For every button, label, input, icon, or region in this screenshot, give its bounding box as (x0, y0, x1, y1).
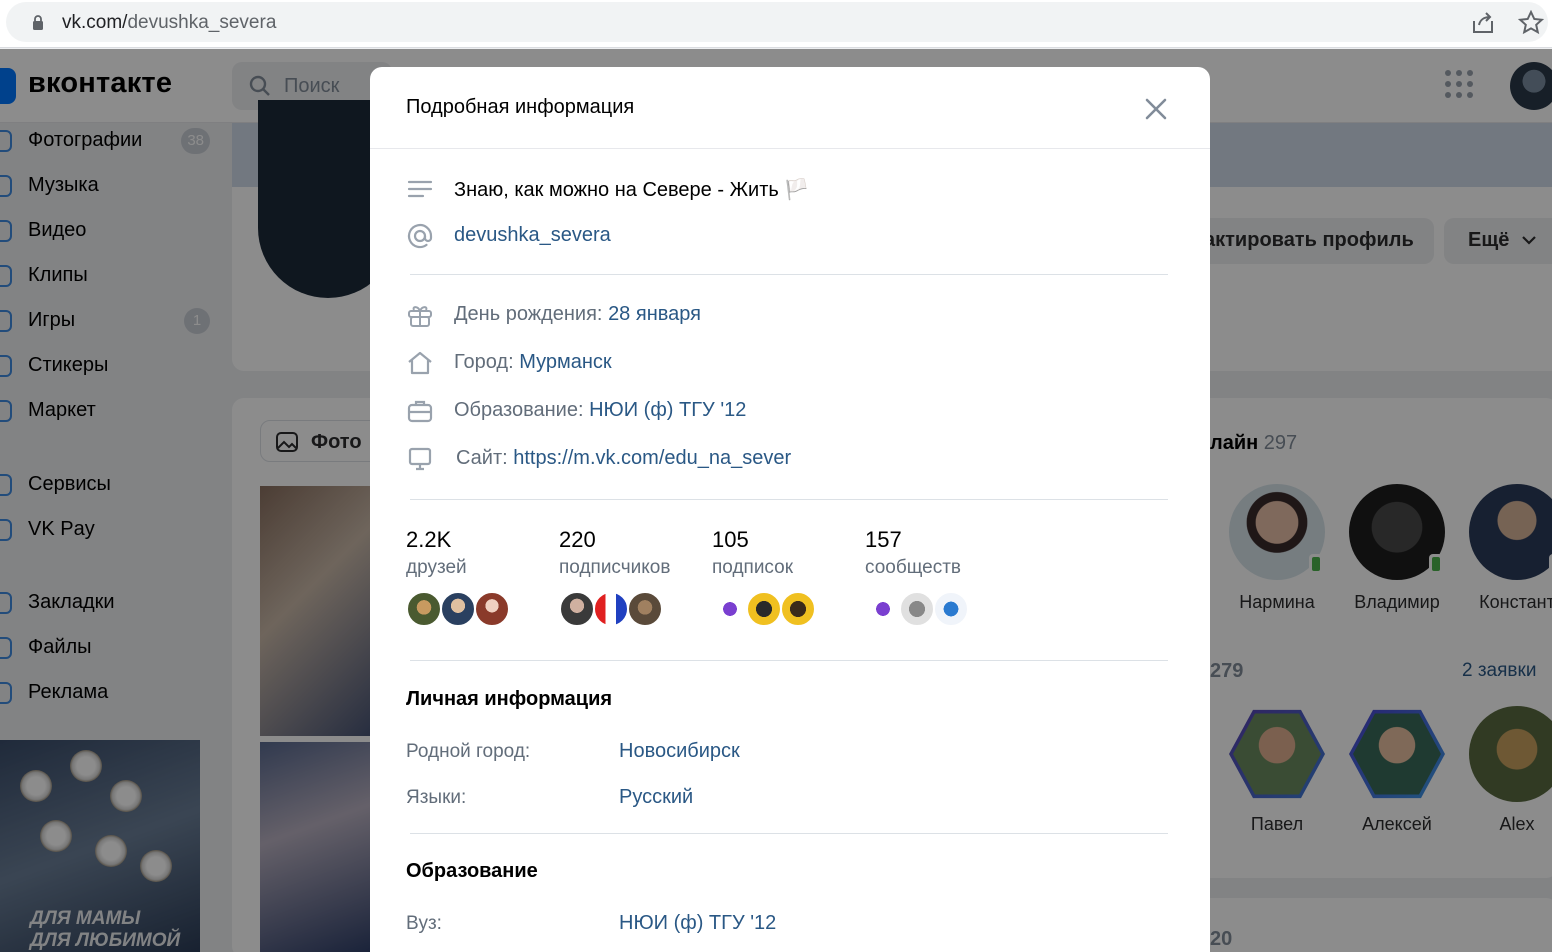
stat-subscriptions[interactable]: 105 подписок (712, 527, 852, 629)
hometown-label: Родной город: (406, 741, 531, 762)
divider (410, 274, 1168, 275)
friends-avatars (406, 591, 546, 629)
url-field[interactable]: vk.com/devushka_severa (6, 2, 1548, 42)
home-icon (408, 351, 432, 375)
briefcase-icon (407, 400, 433, 423)
birthday-link[interactable]: 28 января (608, 303, 701, 325)
details-modal: Подробная информация Знаю, как можно на … (370, 67, 1210, 952)
share-icon[interactable] (1470, 11, 1496, 35)
divider (410, 833, 1168, 834)
modal-header: Подробная информация (370, 67, 1210, 149)
subscriptions-avatars (712, 591, 852, 629)
url-text: vk.com/devushka_severa (62, 12, 277, 33)
browser-address-bar: vk.com/devushka_severa (0, 0, 1552, 48)
gift-icon (408, 306, 432, 327)
status-text: Знаю, как можно на Севере - Жить 🏳️ (454, 179, 810, 201)
university-label: Вуз: (406, 913, 442, 934)
followers-avatars (559, 591, 699, 629)
divider (410, 660, 1168, 661)
education-link[interactable]: НЮИ (ф) ТГУ '12 (589, 399, 746, 421)
modal-title: Подробная информация (406, 96, 635, 118)
university-link[interactable]: НЮИ (ф) ТГУ '12 (619, 912, 776, 935)
monitor-icon (408, 447, 432, 471)
site-link[interactable]: https://m.vk.com/edu_na_sever (513, 447, 791, 469)
divider (410, 499, 1168, 500)
languages-link[interactable]: Русский (619, 786, 693, 809)
bookmark-star-icon[interactable] (1518, 10, 1544, 36)
close-icon[interactable] (1140, 93, 1172, 125)
stat-followers[interactable]: 220 подписчиков (559, 527, 699, 629)
personal-info-title: Личная информация (406, 688, 613, 710)
education-title: Образование (406, 860, 538, 882)
text-lines-icon (407, 180, 433, 198)
nickname-link[interactable]: devushka_severa (454, 224, 611, 247)
stat-communities[interactable]: 157 сообществ (865, 527, 1005, 629)
hometown-link[interactable]: Новосибирск (619, 740, 740, 763)
languages-label: Языки: (406, 787, 467, 808)
stat-friends[interactable]: 2.2K друзей (406, 527, 546, 629)
lock-icon (33, 15, 43, 30)
communities-avatars (865, 591, 1005, 629)
city-link[interactable]: Мурманск (519, 351, 611, 373)
at-sign-icon (407, 223, 433, 249)
